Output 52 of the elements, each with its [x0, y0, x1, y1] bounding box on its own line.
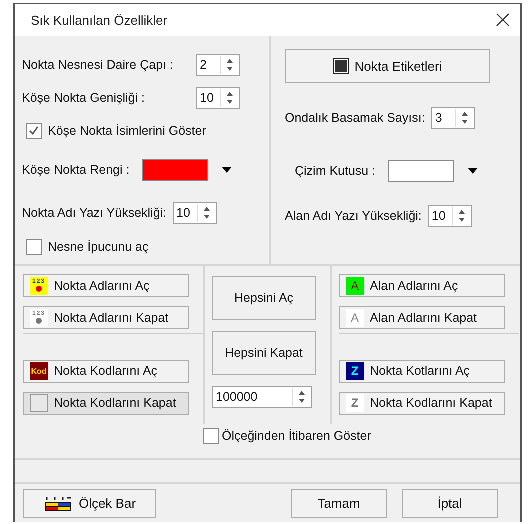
toggle-button[interactable]: A Alan Adlarını Kapat — [339, 306, 505, 330]
checkmark-icon — [28, 125, 40, 137]
spin-value: 10 — [430, 209, 446, 223]
spin-value: 3 — [434, 111, 442, 125]
scale-bar-button[interactable]: Ölçek Bar — [23, 489, 156, 518]
label-icon: A — [346, 276, 364, 295]
spin-value: 10 — [176, 206, 190, 220]
color-swatch[interactable] — [388, 160, 454, 182]
window-title: Sık Kullanılan Özellikler — [31, 12, 168, 28]
label-icon: Kod — [30, 362, 48, 380]
spin-value: 2 — [199, 58, 207, 72]
field-label: Ondalık Basamak Sayısı: — [285, 111, 426, 125]
checkbox-label: Nesne İpucunu aç — [48, 240, 149, 254]
label-icon: Z — [346, 362, 364, 380]
checkbox-label: Köşe Nokta İsimlerini Göster — [48, 124, 206, 138]
field-label: Köşe Nokta Genişliği : — [22, 91, 146, 105]
toggle-button[interactable]: A Alan Adlarını Aç — [339, 274, 505, 298]
spin-field[interactable]: 10 — [428, 205, 472, 227]
field-label: Alan Adı Yazı Yüksekliği: — [285, 209, 422, 223]
spin-field[interactable]: 3 — [431, 107, 476, 129]
checkbox-label: Ölçeğinden İtibaren Göster — [222, 429, 372, 443]
checkbox[interactable] — [26, 239, 42, 255]
scale-bar-icon — [42, 496, 73, 512]
spin-field[interactable]: 2 — [196, 54, 240, 76]
toggle-button[interactable]: Z Nokta Kodlarını Kapat — [339, 392, 505, 415]
toggle-button[interactable]: Nokta Kodlarını Kapat — [23, 392, 189, 415]
label-icon: Z — [346, 394, 364, 412]
ok-button[interactable]: Tamam — [291, 489, 387, 518]
field-label: Çizim Kutusu : — [295, 164, 376, 178]
toggle-all-button[interactable]: Hepsini Aç — [212, 276, 316, 320]
checkbox[interactable] — [26, 123, 42, 139]
close-icon[interactable] — [496, 13, 510, 27]
spin-value: 10 — [199, 91, 214, 105]
cancel-button[interactable]: İptal — [402, 489, 498, 518]
spin-value: 100000 — [215, 390, 258, 404]
square-icon — [332, 58, 349, 74]
field-label: Nokta Nesnesi Daire Çapı : — [22, 58, 174, 72]
blank-square-icon — [30, 394, 48, 412]
field-label: Nokta Adı Yazı Yüksekliği: — [22, 206, 167, 220]
dropdown-caret-icon[interactable] — [222, 167, 232, 173]
spin-field[interactable]: 100000 — [212, 386, 312, 408]
toggle-button[interactable]: Z Nokta Kotlarını Aç — [339, 360, 505, 383]
checkbox[interactable] — [203, 428, 219, 444]
spin-field[interactable]: 10 — [172, 202, 217, 224]
field-label: Köşe Nokta Rengi : — [22, 163, 130, 177]
toggle-all-button[interactable]: Hepsini Kapat — [212, 331, 316, 375]
point-labels-button[interactable]: Nokta Etiketleri — [285, 49, 490, 83]
dropdown-caret-icon[interactable] — [468, 168, 478, 174]
color-swatch[interactable] — [142, 159, 208, 181]
label-icon: A — [346, 308, 364, 327]
spin-field[interactable]: 10 — [196, 87, 240, 109]
toggle-button[interactable]: Kod Nokta Kodlarını Aç — [23, 360, 189, 383]
